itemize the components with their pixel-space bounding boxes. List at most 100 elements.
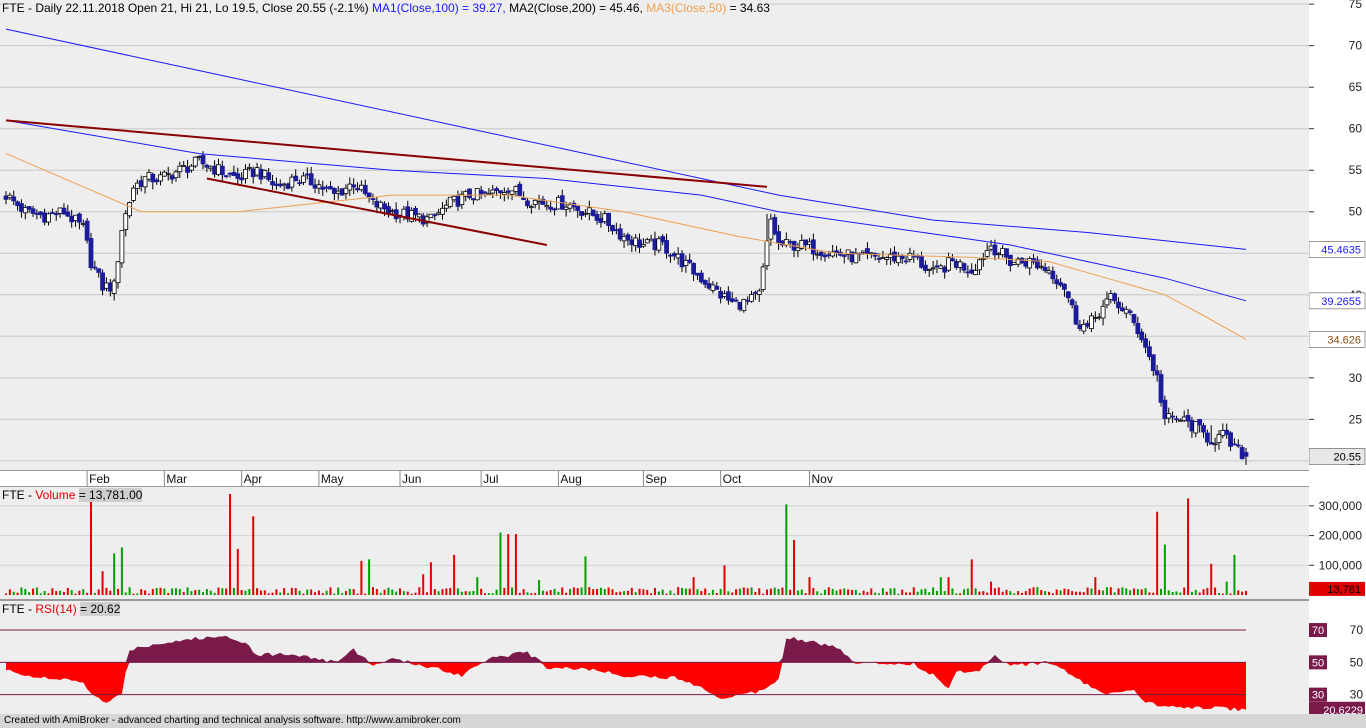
candle-up	[764, 240, 770, 267]
rsi-fill-above	[6, 635, 1246, 663]
volume-symbol: FTE -	[2, 488, 32, 502]
candle-up	[146, 172, 152, 180]
candle-up	[756, 290, 762, 295]
candle-down	[393, 209, 399, 220]
rsi-chart[interactable]	[0, 601, 1309, 714]
candle-up	[1123, 308, 1129, 314]
candle-down	[1243, 452, 1249, 457]
volume-chart[interactable]	[0, 487, 1309, 599]
candle-down	[1174, 418, 1179, 421]
candle-up	[216, 164, 221, 176]
price-chart[interactable]	[0, 0, 1309, 470]
candle-down	[992, 244, 998, 256]
candle-up	[208, 166, 214, 170]
candle-up	[142, 176, 148, 188]
candle-down	[1185, 415, 1191, 422]
rsi-axis-svg: 30 50 70 70 50 30 20.6229	[1309, 623, 1365, 714]
candle-down	[169, 175, 175, 180]
candle-down	[277, 183, 283, 187]
candle-down	[1170, 415, 1176, 418]
price-tick-label: 65	[1349, 80, 1363, 94]
month-label: May	[321, 472, 344, 486]
candle-down	[1031, 258, 1036, 263]
candle-down	[285, 183, 291, 189]
candle-down	[1208, 442, 1214, 445]
candle-down	[312, 184, 318, 189]
candle-down	[304, 173, 310, 176]
candle-up	[768, 218, 774, 240]
candle-up	[1212, 443, 1218, 446]
price-pane[interactable]: FTE - Daily 22.11.2018 Open 21, Hi 21, L…	[0, 0, 1309, 470]
month-label: Mar	[166, 472, 187, 486]
candle-up	[1000, 248, 1006, 256]
candle-down	[478, 189, 484, 195]
candle-down	[934, 265, 940, 268]
candle-down	[729, 298, 735, 302]
candle-down	[432, 214, 438, 217]
candle-up	[1193, 421, 1199, 434]
candle-up	[741, 298, 747, 312]
candle-down	[498, 190, 503, 194]
candle-down	[138, 180, 144, 187]
candle-up	[722, 293, 727, 297]
candle-down	[668, 254, 673, 257]
candle-down	[776, 231, 781, 244]
candle-up	[443, 204, 449, 209]
trend-line	[5, 119, 768, 188]
candle-up	[633, 237, 639, 247]
volume-value: = 13,781.00	[78, 488, 143, 502]
candle-down	[92, 266, 98, 269]
candle-up	[528, 206, 534, 208]
candle-down	[525, 200, 530, 207]
rsi-value-tag: 20.6229	[1323, 705, 1363, 714]
candle-down	[787, 241, 793, 243]
candle-up	[586, 207, 592, 214]
candle-down	[38, 211, 44, 216]
candle-down	[42, 212, 48, 223]
candle-up	[73, 214, 78, 221]
volume-pane[interactable]: FTE - Volume = 13,781.00	[0, 487, 1309, 599]
candle-up	[536, 201, 542, 204]
ma2-label: MA2(Close,200) = 45.46,	[509, 1, 643, 15]
candle-up	[243, 168, 248, 180]
candle-up	[567, 204, 573, 209]
candle-up	[957, 261, 963, 268]
candle-down	[822, 254, 828, 258]
candle-down	[1201, 425, 1206, 433]
rsi-pane[interactable]: FTE - RSI(14) = 20.62	[0, 601, 1309, 714]
candle-down	[671, 253, 677, 257]
rsi-tick-label: 70	[1350, 623, 1364, 637]
month-label: Oct	[723, 472, 742, 486]
candle-down	[613, 229, 619, 231]
candle-up	[165, 172, 171, 175]
month-label: Aug	[560, 472, 581, 486]
candle-up	[895, 255, 901, 264]
price-tick-label: 70	[1349, 39, 1363, 53]
date-axis-svg: Feb Mar Apr May Jun Jul Aug Sep Oct Nov	[86, 471, 833, 487]
candle-down	[88, 238, 94, 269]
candle-down	[185, 166, 190, 173]
candle-up	[501, 192, 507, 195]
candle-down	[370, 198, 376, 201]
candle-up	[158, 174, 163, 182]
candle-down	[1073, 305, 1079, 325]
volume-tick-label: 300,000	[1319, 499, 1363, 513]
candle-up	[1096, 316, 1102, 319]
candle-up	[401, 208, 407, 217]
candle-up	[656, 238, 662, 251]
candle-up	[131, 187, 136, 201]
candle-down	[84, 220, 90, 241]
ma3-tag: 34.626	[1327, 334, 1361, 346]
candle-up	[1011, 261, 1017, 265]
candle-down	[482, 191, 488, 194]
rsi-tick-label: 30	[1350, 688, 1364, 702]
candle-down	[231, 171, 237, 177]
candle-up	[316, 184, 322, 189]
candle-down	[1062, 283, 1067, 290]
candle-up	[301, 175, 306, 183]
candle-down	[718, 290, 724, 299]
candle-down	[660, 236, 666, 243]
candle-down	[96, 268, 102, 273]
candle-down	[1054, 279, 1060, 285]
candle-up	[930, 267, 936, 270]
